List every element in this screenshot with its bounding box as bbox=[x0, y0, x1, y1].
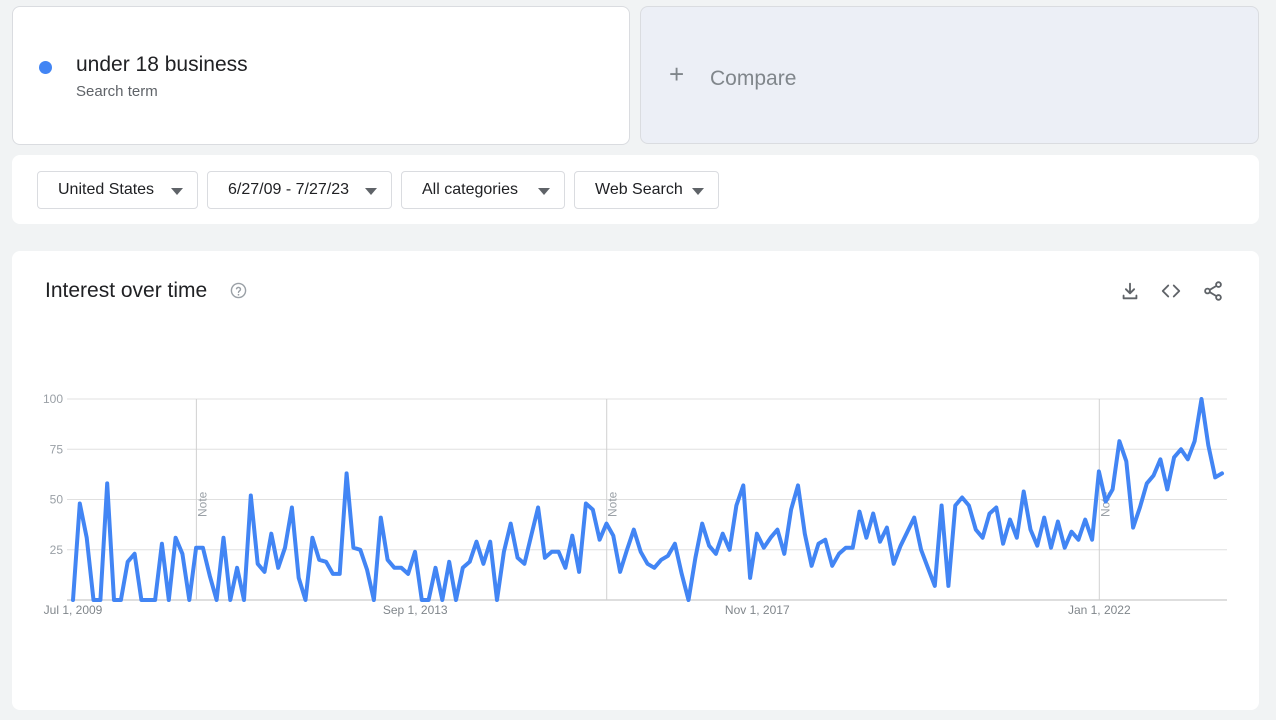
embed-code-icon[interactable] bbox=[1160, 280, 1182, 302]
caret-down-icon bbox=[171, 188, 183, 195]
search-type-filter-label: Web Search bbox=[595, 181, 683, 198]
filter-bar: United States 6/27/09 - 7/27/23 All cate… bbox=[12, 155, 1259, 224]
compare-card[interactable]: + Compare bbox=[640, 6, 1259, 144]
search-term-subtitle: Search term bbox=[76, 83, 158, 100]
category-filter-dropdown[interactable]: All categories bbox=[401, 171, 565, 209]
share-icon[interactable] bbox=[1202, 280, 1224, 302]
caret-down-icon bbox=[538, 188, 550, 195]
compare-label: Compare bbox=[710, 67, 797, 90]
plus-icon: + bbox=[669, 59, 685, 89]
caret-down-icon bbox=[365, 188, 377, 195]
download-icon[interactable] bbox=[1119, 280, 1141, 302]
search-type-filter-dropdown[interactable]: Web Search bbox=[574, 171, 719, 209]
search-term-card[interactable]: under 18 business Search term bbox=[12, 6, 630, 145]
interest-over-time-card: Interest over time bbox=[12, 251, 1259, 710]
search-term-name[interactable]: under 18 business bbox=[76, 53, 248, 77]
series-color-dot bbox=[39, 61, 52, 74]
chart-title: Interest over time bbox=[45, 279, 208, 302]
help-circle-icon[interactable] bbox=[230, 282, 247, 299]
date-range-filter-label: 6/27/09 - 7/27/23 bbox=[228, 181, 349, 198]
date-range-filter-dropdown[interactable]: 6/27/09 - 7/27/23 bbox=[207, 171, 392, 209]
category-filter-label: All categories bbox=[422, 181, 519, 198]
region-filter-dropdown[interactable]: United States bbox=[37, 171, 198, 209]
region-filter-label: United States bbox=[58, 181, 155, 198]
caret-down-icon bbox=[692, 188, 704, 195]
